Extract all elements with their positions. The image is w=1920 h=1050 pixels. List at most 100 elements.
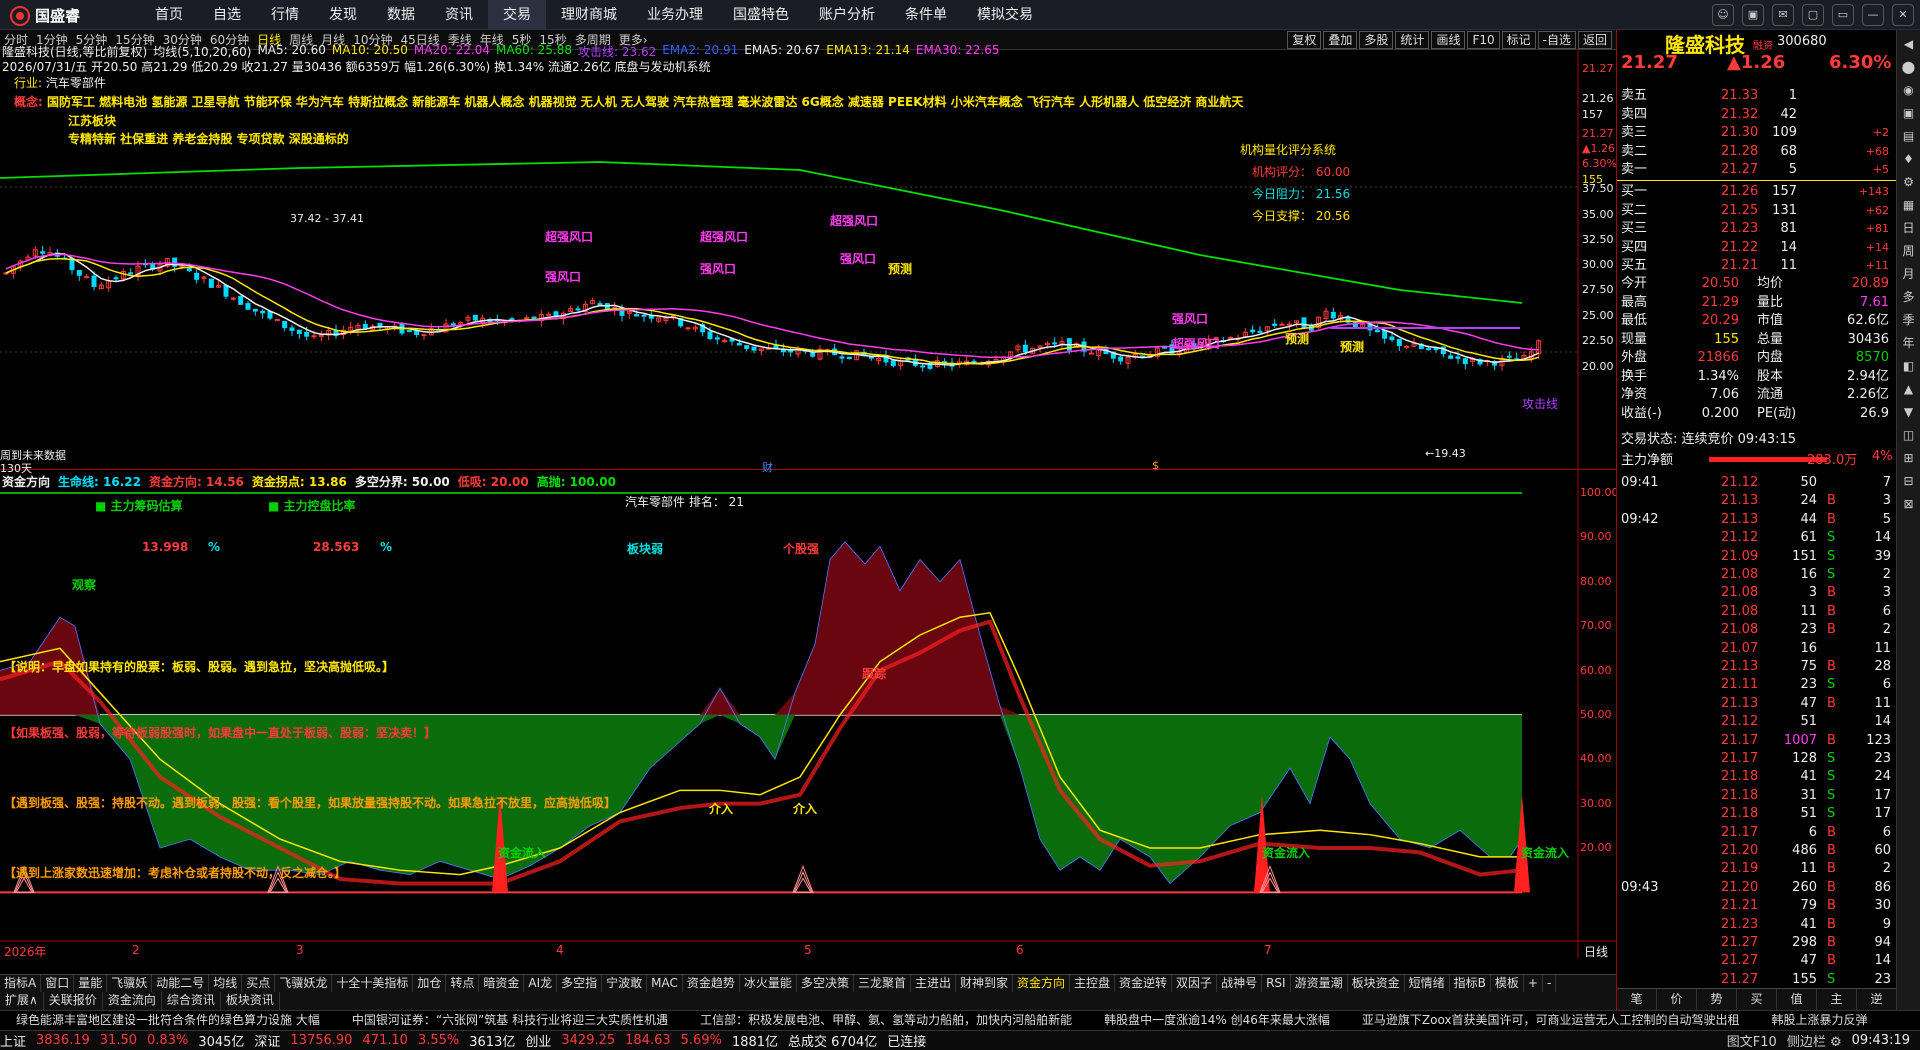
side-tool-icon[interactable]: 年	[1897, 334, 1920, 352]
indicator-tab[interactable]: 均线	[209, 975, 243, 992]
indicator-tab[interactable]: 游资量潮	[1291, 975, 1348, 992]
indicator-tab[interactable]: 资金方向	[1013, 975, 1071, 992]
tool-button[interactable]: 标记	[1501, 31, 1536, 49]
indicator-tab[interactable]: 资金逆转	[1115, 975, 1173, 992]
indicator-tab[interactable]: 主控盘	[1070, 975, 1116, 992]
window-control-icon[interactable]: ☺	[1712, 4, 1734, 26]
side-tool-icon[interactable]: ⚙	[1897, 173, 1920, 191]
indicator-tab[interactable]: RSI	[1262, 975, 1291, 992]
indicator-tab[interactable]: 窗口	[41, 975, 75, 992]
indicator-tab[interactable]: 财神到家	[956, 975, 1013, 992]
panel-tab[interactable]: 势	[1697, 989, 1737, 1010]
indicator-tab[interactable]: 飞骥妖龙	[275, 975, 333, 992]
indicator-tab[interactable]: 暗资金	[479, 975, 525, 992]
indicator-tab[interactable]: 多空指	[557, 975, 603, 992]
side-tool-icon[interactable]: 周	[1897, 242, 1920, 260]
indicator-tab[interactable]: 冰火量能	[740, 975, 797, 992]
panel-tab[interactable]: 值	[1777, 989, 1817, 1010]
tool-button[interactable]: 返回	[1577, 31, 1612, 49]
indicator-tab[interactable]: 双因子	[1172, 975, 1218, 992]
news-ticker[interactable]: 绿色能源丰富地区建设一批符合条件的绿色算力设施 大幅 中国银河证券：“六张网”筑基…	[0, 1010, 1920, 1030]
side-tool-icon[interactable]: ⊠	[1897, 495, 1920, 513]
indicator-tab[interactable]: 量能	[74, 975, 108, 992]
info-tab[interactable]: 关联报价	[44, 992, 103, 1010]
side-tool-icon[interactable]: ◀	[1897, 35, 1920, 53]
indicator-tab[interactable]: 多空决策	[797, 975, 854, 992]
side-tool-icon[interactable]: 月	[1897, 265, 1920, 283]
menu-item[interactable]: 理财商城	[546, 0, 632, 30]
indicator-tab[interactable]: 模板	[1491, 975, 1524, 992]
indicator-tab[interactable]: 指标B	[1450, 975, 1491, 992]
info-tab[interactable]: 资金流向	[103, 992, 162, 1010]
indicator-tab[interactable]: 转点	[446, 975, 480, 992]
side-tool-icon[interactable]: ⬤	[1897, 58, 1920, 76]
indicator-tab[interactable]: 指标A	[0, 975, 42, 992]
indicator-tab[interactable]: 宁波敢	[602, 975, 648, 992]
window-control-icon[interactable]: ▭	[1832, 4, 1854, 26]
menu-item[interactable]: 自选	[198, 0, 256, 30]
indicator-panel[interactable]: 资金方向 生命线: 16.22 资金方向: 14.56 资金拐点: 13.86 多空分界…	[0, 470, 1619, 959]
window-control-icon[interactable]: ▢	[1802, 4, 1824, 26]
indicator-tab[interactable]: MAC	[647, 975, 683, 992]
tool-button[interactable]: 多股	[1359, 31, 1394, 49]
info-tab[interactable]: 扩展∧	[0, 992, 44, 1010]
panel-tab[interactable]: 价	[1657, 989, 1697, 1010]
menu-item[interactable]: 首页	[140, 0, 198, 30]
info-tab[interactable]: 综合资讯	[162, 992, 221, 1010]
tool-button[interactable]: 统计	[1395, 31, 1430, 49]
news-item[interactable]: 工信部：积极发展电池、甲醇、氨、氢等动力船舶，加快内河船舶新能	[684, 1011, 1088, 1030]
side-tool-icon[interactable]: ◫	[1897, 426, 1920, 444]
kline-chart[interactable]: 隆盛科技(日线,等比前复权) 均线(5,10,20,60) MA5: 20.60 MA…	[0, 43, 1617, 475]
side-tool-icon[interactable]: ▲	[1897, 380, 1920, 398]
news-item[interactable]: 中国银河证券：“六张网”筑基 科技行业将迎三大实质性机遇	[336, 1011, 684, 1030]
tool-button[interactable]: 复权	[1287, 31, 1322, 49]
indicator-tab[interactable]: AI龙	[524, 975, 558, 992]
indicator-tab[interactable]: -	[1543, 975, 1557, 992]
window-control-icon[interactable]: ▣	[1742, 4, 1764, 26]
info-tab[interactable]: 板块资讯	[221, 992, 280, 1010]
side-tool-icon[interactable]: 季	[1897, 311, 1920, 329]
tool-button[interactable]: -自选	[1537, 31, 1576, 49]
news-item[interactable]: 绿色能源丰富地区建设一批符合条件的绿色算力设施 大幅	[0, 1011, 336, 1030]
news-item[interactable]: 亚马逊旗下Zoox首获美国许可，可商业运营无人工控制的自动驾驶出租	[1346, 1011, 1756, 1030]
menu-item[interactable]: 发现	[314, 0, 372, 30]
indicator-tab[interactable]: 买点	[242, 975, 276, 992]
menu-item[interactable]: 业务办理	[632, 0, 718, 30]
menu-item[interactable]: 国盛特色	[718, 0, 804, 30]
menu-item[interactable]: 账户分析	[804, 0, 890, 30]
side-tool-icon[interactable]: ⊞	[1897, 449, 1920, 467]
tool-button[interactable]: 画线	[1431, 31, 1466, 49]
panel-tab[interactable]: 主	[1817, 989, 1857, 1010]
menu-item[interactable]: 数据	[372, 0, 430, 30]
panel-tab[interactable]: 买	[1737, 989, 1777, 1010]
side-tool-icon[interactable]: ◧	[1897, 357, 1920, 375]
menu-item[interactable]: 条件单	[890, 0, 962, 30]
side-tool-icon[interactable]: ▼	[1897, 403, 1920, 421]
panel-tab[interactable]: 逆	[1857, 989, 1897, 1010]
side-tool-icon[interactable]: ▦	[1897, 196, 1920, 214]
side-tool-icon[interactable]: ◉	[1897, 81, 1920, 99]
news-item[interactable]: 韩股盘中一度涨逾14% 创46年来最大涨幅	[1088, 1011, 1346, 1030]
indicator-tab[interactable]: 十全十美指标	[332, 975, 414, 992]
window-control-icon[interactable]: ✕	[1892, 4, 1914, 26]
menu-item[interactable]: 行情	[256, 0, 314, 30]
menu-item[interactable]: 资讯	[430, 0, 488, 30]
indicator-tab[interactable]: 战神号	[1217, 975, 1263, 992]
indicator-tab[interactable]: 主进出	[911, 975, 956, 992]
side-tool-icon[interactable]: ♦	[1897, 150, 1920, 168]
indicator-tab[interactable]: 三龙聚首	[854, 975, 911, 992]
kline-svg[interactable]	[0, 50, 1616, 470]
panel-tab[interactable]: 笔	[1617, 989, 1657, 1010]
side-tool-icon[interactable]: 日	[1897, 219, 1920, 237]
side-tool-icon[interactable]: ▤	[1897, 127, 1920, 145]
news-item[interactable]: 韩股上涨暴力反弹	[1756, 1011, 1884, 1030]
indicator-tab[interactable]: 加仓	[413, 975, 447, 992]
tool-button[interactable]: 叠加	[1323, 31, 1358, 49]
indicator-tab[interactable]: 资金趋势	[683, 975, 740, 992]
menu-item[interactable]: 模拟交易	[962, 0, 1048, 30]
indicator-tab[interactable]: 短情绪	[1405, 975, 1450, 992]
side-tool-icon[interactable]: ⊟	[1897, 472, 1920, 490]
window-control-icon[interactable]: —	[1862, 4, 1884, 26]
side-tool-icon[interactable]: ▣	[1897, 104, 1920, 122]
menu-item[interactable]: 交易	[488, 0, 546, 30]
